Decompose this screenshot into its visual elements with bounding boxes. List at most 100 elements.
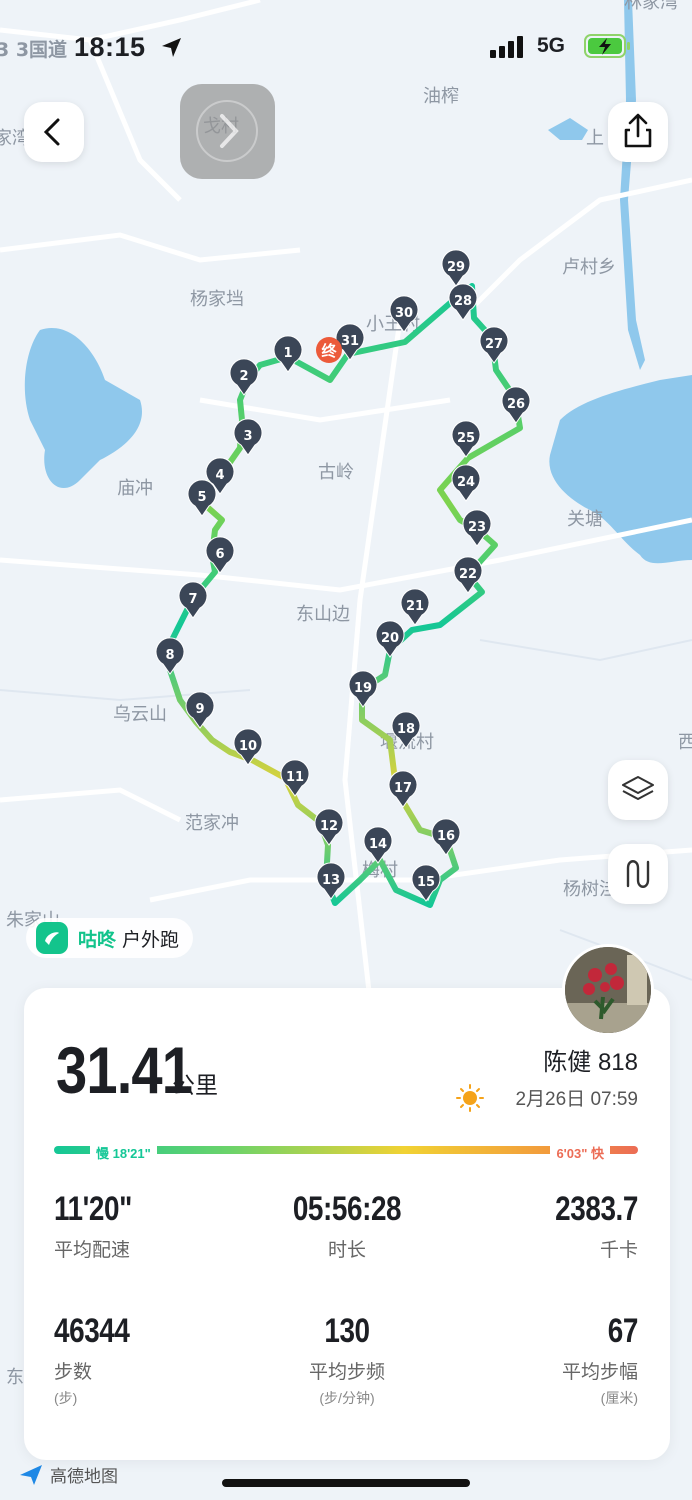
codoon-logo-icon <box>36 922 68 954</box>
place-label: 卢村乡 <box>562 257 616 278</box>
compass-button[interactable] <box>180 84 275 179</box>
km-marker-label: 26 <box>507 397 525 412</box>
km-marker-label: 7 <box>188 592 197 607</box>
stat-stride: 67 平均步幅 (厘米) <box>438 1312 638 1408</box>
pace-slow-label: 慢 18'21" <box>90 1143 157 1162</box>
place-label: 乌云山 <box>113 704 167 725</box>
stat-unit: (步) <box>54 1390 78 1406</box>
km-marker-label: 14 <box>369 837 387 852</box>
stat-value: 46344 <box>54 1312 130 1350</box>
km-marker-label: 12 <box>320 819 338 834</box>
km-marker-label: 28 <box>454 294 472 309</box>
km-marker-label: 22 <box>459 567 477 582</box>
map-layers-button[interactable] <box>608 760 668 820</box>
place-label: 杨家垱 <box>190 289 244 310</box>
sunny-weather-icon <box>456 1084 484 1112</box>
workout-summary-card: 31.41 公里 陈健 818 2月26日 07:59 慢 18'21" 6'0… <box>24 988 670 1460</box>
km-marker-label: 11 <box>286 770 304 785</box>
stat-label: 步数 <box>54 1362 93 1383</box>
km-marker-label: 4 <box>215 468 224 483</box>
share-button[interactable] <box>608 102 668 162</box>
km-marker-label: 1 <box>283 346 292 361</box>
status-bar: 18:15 5G <box>0 28 692 68</box>
km-marker-label: 20 <box>381 631 399 646</box>
km-marker-label: 21 <box>406 599 424 614</box>
km-marker-label: 27 <box>485 337 503 352</box>
place-label: 古岭 <box>318 462 354 483</box>
stat-calories: 2383.7 千卡 <box>438 1190 638 1262</box>
map-provider-name: 高德地图 <box>50 1467 118 1486</box>
battery-charging-icon <box>584 34 630 58</box>
back-button[interactable] <box>24 102 84 162</box>
avatar[interactable] <box>562 944 654 1036</box>
home-indicator[interactable] <box>222 1479 470 1487</box>
place-label: 油榨 <box>423 86 459 107</box>
brand-name: 咕咚 <box>78 929 117 951</box>
compass-icon <box>196 100 258 162</box>
svg-text:终: 终 <box>321 342 337 360</box>
stat-label: 平均步频 <box>308 1362 385 1383</box>
app-brand-tag: 咕咚 户外跑 <box>26 918 194 958</box>
chevron-left-icon <box>43 118 60 146</box>
route-playback-button[interactable] <box>608 844 668 904</box>
map-provider-logo: 高德地图 <box>18 1462 118 1487</box>
km-marker-label: 15 <box>417 875 435 890</box>
place-label: 东 <box>6 1367 24 1388</box>
km-marker-label: 13 <box>322 873 340 888</box>
km-marker-label: 2 <box>239 369 248 384</box>
cellular-signal-icon <box>490 36 523 58</box>
amap-arrow-icon <box>20 1464 42 1485</box>
status-time: 18:15 <box>74 32 146 62</box>
km-marker-label: 30 <box>395 306 413 321</box>
stat-unit: (厘米) <box>600 1390 638 1406</box>
distance-unit: 公里 <box>172 1072 218 1098</box>
place-label: 上 <box>586 128 604 149</box>
km-marker-label: 23 <box>468 520 486 535</box>
stat-value: 130 <box>324 1312 370 1350</box>
network-type: 5G <box>537 34 566 57</box>
stat-label: 千卡 <box>599 1240 638 1261</box>
place-label: 庙冲 <box>117 478 153 499</box>
pace-fast-label: 6'03" 快 <box>550 1143 610 1162</box>
km-marker-label: 19 <box>354 681 372 696</box>
km-marker-label: 24 <box>457 475 475 490</box>
stat-steps: 46344 步数 (步) <box>54 1312 254 1408</box>
km-marker-label: 17 <box>394 781 412 796</box>
km-marker-label: 31 <box>341 334 359 349</box>
km-marker-label: 29 <box>447 260 465 275</box>
stat-value: 67 <box>607 1312 639 1350</box>
workout-date: 2月26日 07:59 <box>515 1089 638 1110</box>
stat-duration: 05:56:28 时长 <box>247 1190 447 1262</box>
location-arrow-icon <box>162 38 181 57</box>
layers-icon <box>622 776 654 800</box>
km-marker-label: 25 <box>457 431 475 446</box>
stat-unit: (步/分钟) <box>319 1390 375 1406</box>
avatar-photo-icon <box>565 947 651 1033</box>
place-label: 关塘 <box>567 509 603 530</box>
place-label: 林家湾 <box>624 0 678 13</box>
stat-label: 时长 <box>327 1240 366 1261</box>
route-curve-icon <box>626 860 650 888</box>
km-marker-label: 9 <box>195 702 204 717</box>
end-marker: 终 <box>316 337 342 363</box>
stat-value: 2383.7 <box>555 1190 638 1228</box>
user-name[interactable]: 陈健 818 <box>543 1042 638 1077</box>
stat-value: 11'20" <box>54 1190 132 1228</box>
km-marker-label: 10 <box>239 739 257 754</box>
share-icon <box>624 113 652 148</box>
km-marker-label: 3 <box>243 429 252 444</box>
place-label: 范家冲 <box>185 813 239 834</box>
km-marker-label: 16 <box>437 829 455 844</box>
km-marker-label: 18 <box>397 722 415 737</box>
stat-avg-pace: 11'20" 平均配速 <box>54 1190 254 1262</box>
km-marker-label: 8 <box>165 648 174 663</box>
stat-label: 平均配速 <box>54 1240 131 1261</box>
km-marker-label: 6 <box>215 547 224 562</box>
km-marker-label: 5 <box>197 490 206 505</box>
stat-cadence: 130 平均步频 (步/分钟) <box>247 1312 447 1408</box>
stat-value: 05:56:28 <box>292 1190 402 1228</box>
place-label: 西 <box>678 732 692 753</box>
place-label: 东山边 <box>296 604 350 625</box>
activity-type: 户外跑 <box>122 929 180 951</box>
stat-label: 平均步幅 <box>561 1362 638 1383</box>
